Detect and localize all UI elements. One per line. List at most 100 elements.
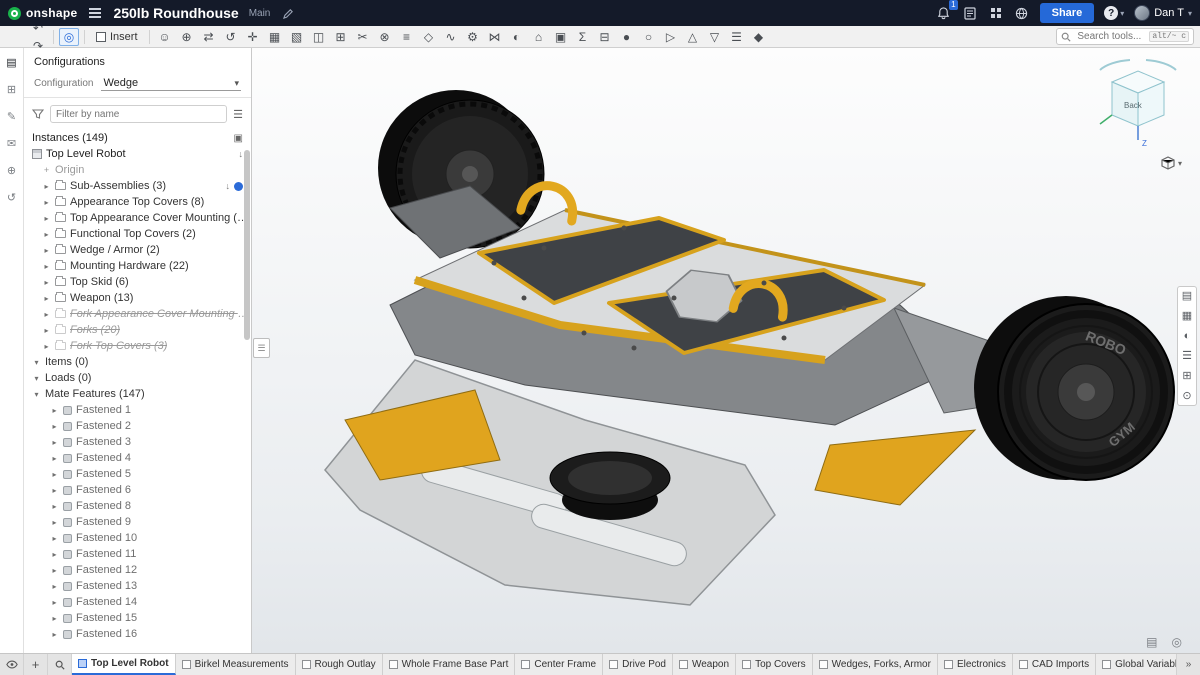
loads-section-row[interactable]: ▾ Loads (0) — [24, 370, 251, 386]
chevron-right-icon[interactable]: ▸ — [42, 294, 51, 303]
toolbar-icon[interactable]: ⚙ — [463, 28, 483, 46]
rename-pencil-icon[interactable] — [280, 5, 296, 21]
mate-row[interactable]: ▸ Fastened 10 — [24, 530, 251, 546]
onshape-logo[interactable]: onshape — [8, 6, 77, 20]
configuration-select[interactable]: Wedge ▾ — [101, 76, 241, 91]
document-tab[interactable]: Center Frame — [515, 654, 603, 675]
tree-group-row[interactable]: ▸ Top Skid (6) ↓ — [24, 274, 251, 290]
strip-icon[interactable]: ✉ — [4, 135, 20, 151]
chevron-right-icon[interactable]: ▸ — [42, 342, 51, 351]
chevron-right-icon[interactable]: ▸ — [50, 454, 59, 463]
toolbar-icon[interactable]: ◆ — [749, 28, 769, 46]
tree-group-row[interactable]: ▸ Fork Appearance Cover Mounting (26) ↓ — [24, 306, 251, 322]
chevron-right-icon[interactable]: ▸ — [50, 550, 59, 559]
list-view-icon[interactable]: ☰ — [233, 108, 243, 121]
chevron-right-icon[interactable]: ▸ — [50, 598, 59, 607]
toolbar-icon[interactable]: Σ — [573, 28, 593, 46]
document-tab[interactable]: Drive Pod — [603, 654, 673, 675]
chevron-right-icon[interactable]: ▸ — [50, 614, 59, 623]
chevron-right-icon[interactable]: ▸ — [42, 262, 51, 271]
items-section-row[interactable]: ▾ Items (0) — [24, 354, 251, 370]
origin-row[interactable]: + Origin — [24, 162, 251, 178]
document-tab[interactable]: Rough Outlay — [296, 654, 383, 675]
new-tab-button[interactable]: + — [24, 654, 48, 675]
toolbar-icon[interactable]: ⊗ — [375, 28, 395, 46]
toolbar-icon[interactable]: ↺ — [221, 28, 241, 46]
view-cube[interactable]: Back Z — [1090, 54, 1186, 150]
help-menu[interactable]: ? ▾ — [1104, 6, 1124, 20]
toolbar-icon[interactable]: △ — [683, 28, 703, 46]
chevron-right-icon[interactable]: ▸ — [50, 406, 59, 415]
toolbar-icon[interactable]: ✛ — [243, 28, 263, 46]
mate-features-section-row[interactable]: ▾ Mate Features (147) — [24, 386, 251, 402]
tree-group-row[interactable]: ▸ Forks (20) ↓ — [24, 322, 251, 338]
tree-group-row[interactable]: ▸ Weapon (13) ↓ — [24, 290, 251, 306]
isolate-icon[interactable]: ▣ — [234, 133, 243, 144]
chevron-right-icon[interactable]: ▸ — [42, 310, 51, 319]
toolbar-icon[interactable]: ↷ — [28, 37, 48, 55]
document-tab[interactable]: Whole Frame Base Part — [383, 654, 516, 675]
chevron-right-icon[interactable]: ▸ — [42, 246, 51, 255]
right-panel-icon[interactable]: ⊙ — [1182, 390, 1191, 402]
viewport-tool-icon[interactable]: ▤ — [1146, 635, 1157, 649]
right-panel-icon[interactable]: ▦ — [1182, 310, 1192, 322]
right-panel-icon[interactable]: ☰ — [1182, 350, 1192, 362]
toggle-tab-bar-icon[interactable] — [0, 654, 24, 675]
toolbar-icon[interactable]: ⇄ — [199, 28, 219, 46]
toolbar-icon[interactable]: ☺ — [155, 28, 175, 46]
tree-group-row[interactable]: ▸ Top Appearance Cover Mounting (36) ↓ — [24, 210, 251, 226]
toolbar-icon[interactable]: ▣ — [551, 28, 571, 46]
apps-grid-icon[interactable] — [988, 5, 1004, 21]
chevron-right-icon[interactable]: ▸ — [42, 326, 51, 335]
chevron-right-icon[interactable]: ▸ — [50, 486, 59, 495]
insert-button[interactable]: Insert — [90, 29, 144, 45]
filter-funnel-icon[interactable] — [32, 108, 44, 120]
chevron-right-icon[interactable]: ▸ — [50, 630, 59, 639]
mate-row[interactable]: ▸ Fastened 5 — [24, 466, 251, 482]
document-tab[interactable]: Top Level Robot — [72, 654, 176, 675]
user-menu[interactable]: Dan T ▾ — [1134, 5, 1192, 21]
chevron-right-icon[interactable]: ▸ — [50, 534, 59, 543]
mate-row[interactable]: ▸ Fastened 4 — [24, 450, 251, 466]
toolbar-icon[interactable]: ⋈ — [485, 28, 505, 46]
chevron-right-icon[interactable]: ▸ — [42, 198, 51, 207]
learning-center-icon[interactable] — [1014, 5, 1030, 21]
chevron-right-icon[interactable]: ▸ — [42, 182, 51, 191]
toolbar-icon[interactable]: ∿ — [441, 28, 461, 46]
strip-icon[interactable]: ⊕ — [4, 162, 20, 178]
notifications-bell-icon[interactable]: 1 — [936, 5, 952, 21]
chevron-right-icon[interactable]: ▸ — [42, 214, 51, 223]
mate-row[interactable]: ▸ Fastened 11 — [24, 546, 251, 562]
mate-row[interactable]: ▸ Fastened 2 — [24, 418, 251, 434]
share-button[interactable]: Share — [1040, 3, 1095, 23]
tree-group-row[interactable]: ▸ Fork Top Covers (3) ↓ — [24, 338, 251, 354]
toolbar-icon[interactable]: ◇ — [419, 28, 439, 46]
toolbar-icon[interactable]: ● — [617, 28, 637, 46]
mate-row[interactable]: ▸ Fastened 12 — [24, 562, 251, 578]
toolbar-icon[interactable]: ▽ — [705, 28, 725, 46]
tree-group-row[interactable]: ▸ Sub-Assemblies (3) ↓ — [24, 178, 251, 194]
mate-row[interactable]: ▸ Fastened 16 — [24, 626, 251, 642]
chevron-down-icon[interactable]: ▾ — [32, 374, 41, 383]
tool-search-input[interactable] — [1075, 30, 1145, 43]
viewport-tool-icon[interactable]: ◎ — [1172, 635, 1182, 649]
toolbar-icon[interactable]: ◐ — [507, 28, 527, 46]
panel-resize-handle[interactable]: ☰ — [253, 338, 270, 358]
mate-row[interactable]: ▸ Fastened 14 — [24, 594, 251, 610]
toolbar-icon[interactable]: ◫ — [309, 28, 329, 46]
toolbar-icon[interactable]: ▧ — [287, 28, 307, 46]
toolbar-icon[interactable]: ⊞ — [331, 28, 351, 46]
chevron-right-icon[interactable]: ▸ — [50, 582, 59, 591]
mate-row[interactable]: ▸ Fastened 3 — [24, 434, 251, 450]
strip-icon[interactable]: ↺ — [4, 189, 20, 205]
toolbar-icon[interactable]: ✂ — [353, 28, 373, 46]
solid-view-icon[interactable]: ◎ — [59, 28, 79, 46]
document-tab[interactable]: Birkel Measurements — [176, 654, 296, 675]
branch-label[interactable]: Main — [249, 8, 271, 19]
toolbar-icon[interactable]: ▦ — [265, 28, 285, 46]
toolbar-icon[interactable]: ☰ — [727, 28, 747, 46]
toolbar-icon[interactable]: ≡ — [397, 28, 417, 46]
toolbar-icon[interactable]: ⊕ — [177, 28, 197, 46]
toolbar-icon[interactable]: ▷ — [661, 28, 681, 46]
tree-group-row[interactable]: ▸ Wedge / Armor (2) ↓ — [24, 242, 251, 258]
